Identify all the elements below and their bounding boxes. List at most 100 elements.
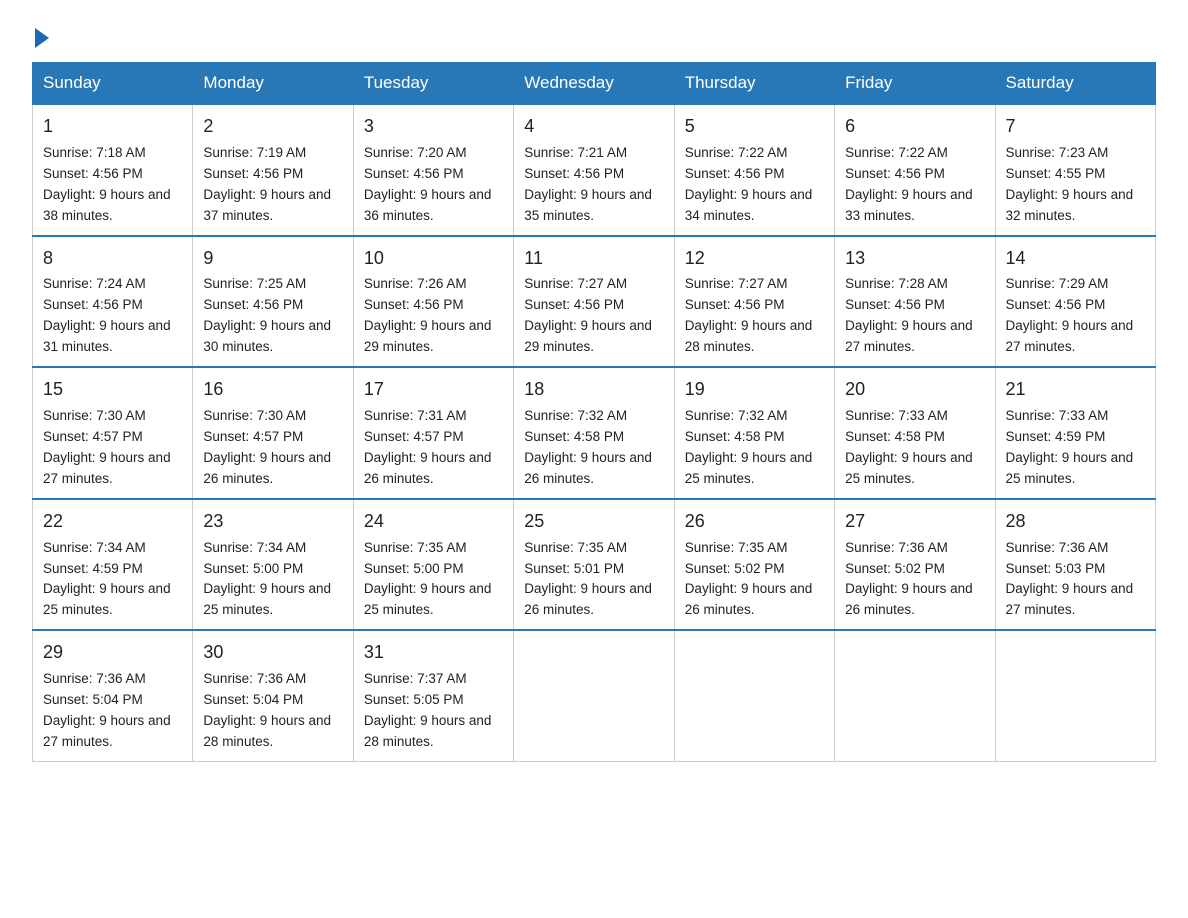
calendar-cell: 19 Sunrise: 7:32 AMSunset: 4:58 PMDayligh… [674,367,834,499]
day-number: 20 [845,376,984,404]
calendar-week-row: 8 Sunrise: 7:24 AMSunset: 4:56 PMDaylight… [33,236,1156,368]
calendar-cell: 25 Sunrise: 7:35 AMSunset: 5:01 PMDayligh… [514,499,674,631]
day-info: Sunrise: 7:27 AMSunset: 4:56 PMDaylight:… [685,276,813,354]
header-wednesday: Wednesday [514,63,674,105]
day-info: Sunrise: 7:36 AMSunset: 5:02 PMDaylight:… [845,540,973,618]
day-info: Sunrise: 7:35 AMSunset: 5:00 PMDaylight:… [364,540,492,618]
day-info: Sunrise: 7:21 AMSunset: 4:56 PMDaylight:… [524,145,652,223]
day-info: Sunrise: 7:35 AMSunset: 5:01 PMDaylight:… [524,540,652,618]
day-info: Sunrise: 7:34 AMSunset: 4:59 PMDaylight:… [43,540,171,618]
calendar-table: SundayMondayTuesdayWednesdayThursdayFrid… [32,62,1156,762]
calendar-cell: 6Sunrise: 7:22 AMSunset: 4:56 PMDaylight… [835,104,995,236]
calendar-cell: 17 Sunrise: 7:31 AMSunset: 4:57 PMDayligh… [353,367,513,499]
day-number: 16 [203,376,342,404]
day-number: 10 [364,245,503,273]
day-number: 25 [524,508,663,536]
calendar-cell [835,630,995,761]
day-number: 28 [1006,508,1145,536]
day-number: 26 [685,508,824,536]
calendar-cell: 21Sunrise: 7:33 AMSunset: 4:59 PMDayligh… [995,367,1155,499]
day-number: 15 [43,376,182,404]
calendar-cell: 3 Sunrise: 7:20 AMSunset: 4:56 PMDaylight… [353,104,513,236]
calendar-cell [995,630,1155,761]
day-number: 31 [364,639,503,667]
day-number: 4 [524,113,663,141]
day-number: 29 [43,639,182,667]
calendar-header-row: SundayMondayTuesdayWednesdayThursdayFrid… [33,63,1156,105]
calendar-cell: 12Sunrise: 7:27 AMSunset: 4:56 PMDayligh… [674,236,834,368]
calendar-week-row: 15 Sunrise: 7:30 AMSunset: 4:57 PMDayligh… [33,367,1156,499]
day-info: Sunrise: 7:25 AMSunset: 4:56 PMDaylight:… [203,276,331,354]
calendar-week-row: 22 Sunrise: 7:34 AMSunset: 4:59 PMDayligh… [33,499,1156,631]
day-info: Sunrise: 7:24 AMSunset: 4:56 PMDaylight:… [43,276,171,354]
calendar-cell: 4 Sunrise: 7:21 AMSunset: 4:56 PMDaylight… [514,104,674,236]
day-number: 14 [1006,245,1145,273]
day-number: 2 [203,113,342,141]
calendar-cell: 15 Sunrise: 7:30 AMSunset: 4:57 PMDayligh… [33,367,193,499]
day-number: 5 [685,113,824,141]
day-info: Sunrise: 7:22 AMSunset: 4:56 PMDaylight:… [845,145,973,223]
calendar-cell: 14Sunrise: 7:29 AMSunset: 4:56 PMDayligh… [995,236,1155,368]
logo-arrow-icon [35,28,49,48]
calendar-cell: 7 Sunrise: 7:23 AMSunset: 4:55 PMDaylight… [995,104,1155,236]
day-info: Sunrise: 7:30 AMSunset: 4:57 PMDaylight:… [203,408,331,486]
calendar-cell: 1 Sunrise: 7:18 AMSunset: 4:56 PMDaylight… [33,104,193,236]
calendar-cell: 26 Sunrise: 7:35 AMSunset: 5:02 PMDayligh… [674,499,834,631]
calendar-cell: 10 Sunrise: 7:26 AMSunset: 4:56 PMDayligh… [353,236,513,368]
day-number: 23 [203,508,342,536]
calendar-cell: 27 Sunrise: 7:36 AMSunset: 5:02 PMDayligh… [835,499,995,631]
day-number: 22 [43,508,182,536]
day-info: Sunrise: 7:32 AMSunset: 4:58 PMDaylight:… [524,408,652,486]
day-number: 11 [524,245,663,273]
header-saturday: Saturday [995,63,1155,105]
day-number: 3 [364,113,503,141]
day-number: 27 [845,508,984,536]
calendar-cell: 8 Sunrise: 7:24 AMSunset: 4:56 PMDaylight… [33,236,193,368]
calendar-week-row: 29Sunrise: 7:36 AMSunset: 5:04 PMDayligh… [33,630,1156,761]
header-thursday: Thursday [674,63,834,105]
calendar-cell: 9 Sunrise: 7:25 AMSunset: 4:56 PMDaylight… [193,236,353,368]
calendar-cell: 24 Sunrise: 7:35 AMSunset: 5:00 PMDayligh… [353,499,513,631]
calendar-cell: 13 Sunrise: 7:28 AMSunset: 4:56 PMDayligh… [835,236,995,368]
day-info: Sunrise: 7:33 AMSunset: 4:58 PMDaylight:… [845,408,973,486]
day-number: 24 [364,508,503,536]
day-number: 17 [364,376,503,404]
day-info: Sunrise: 7:35 AMSunset: 5:02 PMDaylight:… [685,540,813,618]
day-info: Sunrise: 7:31 AMSunset: 4:57 PMDaylight:… [364,408,492,486]
day-number: 9 [203,245,342,273]
calendar-week-row: 1 Sunrise: 7:18 AMSunset: 4:56 PMDaylight… [33,104,1156,236]
calendar-cell: 31 Sunrise: 7:37 AMSunset: 5:05 PMDayligh… [353,630,513,761]
logo [32,24,49,44]
calendar-cell: 30Sunrise: 7:36 AMSunset: 5:04 PMDayligh… [193,630,353,761]
day-info: Sunrise: 7:32 AMSunset: 4:58 PMDaylight:… [685,408,813,486]
day-info: Sunrise: 7:20 AMSunset: 4:56 PMDaylight:… [364,145,492,223]
day-number: 8 [43,245,182,273]
day-number: 18 [524,376,663,404]
day-info: Sunrise: 7:26 AMSunset: 4:56 PMDaylight:… [364,276,492,354]
day-info: Sunrise: 7:37 AMSunset: 5:05 PMDaylight:… [364,671,492,749]
day-number: 7 [1006,113,1145,141]
calendar-cell: 11 Sunrise: 7:27 AMSunset: 4:56 PMDayligh… [514,236,674,368]
calendar-cell: 29Sunrise: 7:36 AMSunset: 5:04 PMDayligh… [33,630,193,761]
day-info: Sunrise: 7:23 AMSunset: 4:55 PMDaylight:… [1006,145,1134,223]
day-number: 30 [203,639,342,667]
day-number: 13 [845,245,984,273]
day-info: Sunrise: 7:28 AMSunset: 4:56 PMDaylight:… [845,276,973,354]
day-info: Sunrise: 7:18 AMSunset: 4:56 PMDaylight:… [43,145,171,223]
calendar-cell: 18 Sunrise: 7:32 AMSunset: 4:58 PMDayligh… [514,367,674,499]
calendar-cell: 16 Sunrise: 7:30 AMSunset: 4:57 PMDayligh… [193,367,353,499]
header-tuesday: Tuesday [353,63,513,105]
header-monday: Monday [193,63,353,105]
calendar-cell: 22 Sunrise: 7:34 AMSunset: 4:59 PMDayligh… [33,499,193,631]
calendar-cell: 20 Sunrise: 7:33 AMSunset: 4:58 PMDayligh… [835,367,995,499]
day-number: 21 [1006,376,1145,404]
day-number: 19 [685,376,824,404]
calendar-cell [674,630,834,761]
day-info: Sunrise: 7:27 AMSunset: 4:56 PMDaylight:… [524,276,652,354]
calendar-cell: 2Sunrise: 7:19 AMSunset: 4:56 PMDaylight… [193,104,353,236]
calendar-cell: 28Sunrise: 7:36 AMSunset: 5:03 PMDayligh… [995,499,1155,631]
day-info: Sunrise: 7:30 AMSunset: 4:57 PMDaylight:… [43,408,171,486]
header-sunday: Sunday [33,63,193,105]
day-number: 1 [43,113,182,141]
calendar-cell: 23Sunrise: 7:34 AMSunset: 5:00 PMDayligh… [193,499,353,631]
